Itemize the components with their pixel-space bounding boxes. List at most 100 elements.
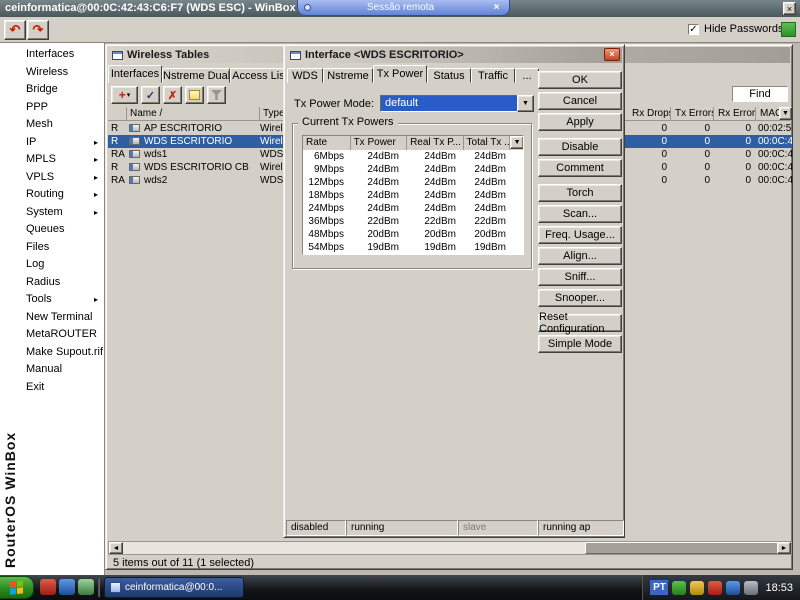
- column-select-button[interactable]: ▼: [510, 136, 524, 149]
- sidebar-item-label: Exit: [26, 380, 45, 393]
- tab-access-list[interactable]: Access List: [230, 68, 290, 83]
- tab-traffic[interactable]: Traffic: [471, 68, 515, 83]
- add-button[interactable]: + ▾: [111, 86, 138, 104]
- freq-usage-button[interactable]: Freq. Usage...: [538, 226, 622, 244]
- redo-button[interactable]: ↷: [27, 20, 49, 40]
- sidebar-item-interfaces[interactable]: Interfaces: [0, 46, 104, 64]
- hide-passwords-checkbox[interactable]: ✓: [688, 24, 699, 35]
- sidebar-item-label: Routing: [26, 188, 64, 200]
- tab-tx-power[interactable]: Tx Power: [373, 65, 427, 83]
- start-button[interactable]: [0, 576, 34, 599]
- tray-icon-gray[interactable]: [744, 580, 759, 595]
- quick-launch-icon[interactable]: [78, 579, 94, 595]
- sidebar-item-mesh[interactable]: Mesh: [0, 116, 104, 134]
- sidebar-item-ip[interactable]: IP ▸: [0, 134, 104, 152]
- column-header-total-tx[interactable]: Total Tx ...: [464, 136, 511, 150]
- tx-table-row[interactable]: 24Mbps 24dBm 24dBm 24dBm: [303, 202, 523, 215]
- sidebar-item-exit[interactable]: Exit: [0, 379, 104, 397]
- tx-table-row[interactable]: 9Mbps 24dBm 24dBm 24dBm: [303, 163, 523, 176]
- tab-wds[interactable]: WDS: [287, 68, 323, 83]
- tray-icon-red[interactable]: [708, 580, 723, 595]
- tx-power-mode-select[interactable]: default: [380, 95, 518, 112]
- app-close-button[interactable]: ×: [783, 2, 796, 15]
- sidebar-item-routing[interactable]: Routing ▸: [0, 186, 104, 204]
- quick-launch-icon[interactable]: [59, 579, 75, 595]
- sidebar-item-bridge[interactable]: Bridge: [0, 81, 104, 99]
- comment-button[interactable]: Comment: [538, 159, 622, 177]
- sidebar-item-wireless[interactable]: Wireless: [0, 64, 104, 82]
- sidebar-item-manual[interactable]: Manual: [0, 361, 104, 379]
- disable-cross-icon: ✗: [167, 89, 178, 102]
- tab-interfaces[interactable]: Interfaces: [108, 65, 162, 83]
- tx-table-row[interactable]: 48Mbps 20dBm 20dBm 20dBm: [303, 228, 523, 241]
- tray-icon-blue[interactable]: [726, 580, 741, 595]
- sidebar-item-files[interactable]: Files: [0, 239, 104, 257]
- tx-table-row[interactable]: 36Mbps 22dBm 22dBm 22dBm: [303, 215, 523, 228]
- comment-button[interactable]: [185, 86, 204, 104]
- wireless-toolbar: + ▾ ✓ ✗: [111, 86, 226, 104]
- column-header-name[interactable]: Name /: [127, 107, 260, 120]
- tab-nstreme[interactable]: Nstreme: [323, 68, 373, 83]
- tray-icon-yellow[interactable]: [690, 580, 705, 595]
- sidebar-item-vpls[interactable]: VPLS ▸: [0, 169, 104, 187]
- disable-button[interactable]: Disable: [538, 138, 622, 156]
- sidebar-item-tools[interactable]: Tools ▸: [0, 291, 104, 309]
- simple-mode-button[interactable]: Simple Mode: [538, 335, 622, 353]
- column-header-rx-errors[interactable]: Rx Errors: [715, 107, 756, 120]
- pin-icon[interactable]: [304, 4, 311, 11]
- scrollbar-thumb[interactable]: [585, 542, 779, 554]
- tab-overflow[interactable]: ...: [515, 68, 539, 83]
- sidebar-item-log[interactable]: Log: [0, 256, 104, 274]
- tray-icon-green[interactable]: [672, 580, 687, 595]
- tab-status[interactable]: Status: [427, 68, 471, 83]
- sidebar-item-radius[interactable]: Radius: [0, 274, 104, 292]
- sniff-button[interactable]: Sniff...: [538, 268, 622, 286]
- reset-configuration-button[interactable]: Reset Configuration: [538, 311, 622, 335]
- snooper-button[interactable]: Snooper...: [538, 289, 622, 307]
- cell-rate: 54Mbps: [308, 242, 344, 253]
- filter-button[interactable]: [207, 86, 226, 104]
- interface-dialog-titlebar[interactable]: Interface <WDS ESCRITORIO>: [286, 47, 622, 63]
- torch-button[interactable]: Torch: [538, 184, 622, 202]
- tab-nstreme-dual[interactable]: Nstreme Dual: [162, 68, 230, 83]
- remote-close-button[interactable]: ×: [490, 2, 503, 14]
- column-header-flags[interactable]: [108, 107, 127, 120]
- sidebar-item-new-terminal[interactable]: New Terminal: [0, 309, 104, 327]
- language-indicator[interactable]: PT: [650, 580, 669, 595]
- taskbar-window-button[interactable]: ceinformatica@00:0...: [104, 577, 244, 598]
- cell-total-tx: 24dBm: [474, 203, 506, 214]
- tx-table-row[interactable]: 18Mbps 24dBm 24dBm 24dBm: [303, 189, 523, 202]
- quick-launch-icon[interactable]: [40, 579, 56, 595]
- sidebar-item-metarouter[interactable]: MetaROUTER: [0, 326, 104, 344]
- disable-button[interactable]: ✗: [163, 86, 182, 104]
- ok-button[interactable]: OK: [538, 71, 622, 89]
- apply-button[interactable]: Apply: [538, 113, 622, 131]
- column-select-button[interactable]: ▼: [779, 107, 792, 120]
- horizontal-scrollbar[interactable]: ◄ ►: [108, 541, 792, 555]
- align-button[interactable]: Align...: [538, 247, 622, 265]
- tx-table-row[interactable]: 12Mbps 24dBm 24dBm 24dBm: [303, 176, 523, 189]
- tx-table-row[interactable]: 54Mbps 19dBm 19dBm 19dBm: [303, 241, 523, 254]
- column-header-real-tx[interactable]: Real Tx P...: [407, 136, 464, 150]
- dialog-close-button[interactable]: ×: [604, 48, 620, 61]
- scroll-right-button[interactable]: ►: [777, 542, 791, 554]
- row-flag: R: [111, 162, 119, 173]
- column-header-rx-drops[interactable]: Rx Drops: [629, 107, 671, 120]
- undo-button[interactable]: ↶: [4, 20, 26, 40]
- cancel-button[interactable]: Cancel: [538, 92, 622, 110]
- enable-button[interactable]: ✓: [141, 86, 160, 104]
- sidebar-item-ppp[interactable]: PPP: [0, 99, 104, 117]
- scroll-left-button[interactable]: ◄: [109, 542, 123, 554]
- column-header-tx-errors[interactable]: Tx Errors: [672, 107, 714, 120]
- column-header-mac[interactable]: MAC A...: [757, 107, 779, 120]
- column-header-rate[interactable]: Rate: [303, 136, 351, 150]
- tx-table-row[interactable]: 6Mbps 24dBm 24dBm 24dBm: [303, 150, 523, 163]
- sidebar-item-system[interactable]: System ▸: [0, 204, 104, 222]
- scan-button[interactable]: Scan...: [538, 205, 622, 223]
- sidebar-item-queues[interactable]: Queues: [0, 221, 104, 239]
- sidebar-item-mpls[interactable]: MPLS ▸: [0, 151, 104, 169]
- column-header-tx-power[interactable]: Tx Power: [351, 136, 408, 150]
- find-button[interactable]: Find: [732, 86, 788, 102]
- combo-dropdown-button[interactable]: ▼: [517, 95, 534, 112]
- sidebar-item-make-supout[interactable]: Make Supout.rif: [0, 344, 104, 362]
